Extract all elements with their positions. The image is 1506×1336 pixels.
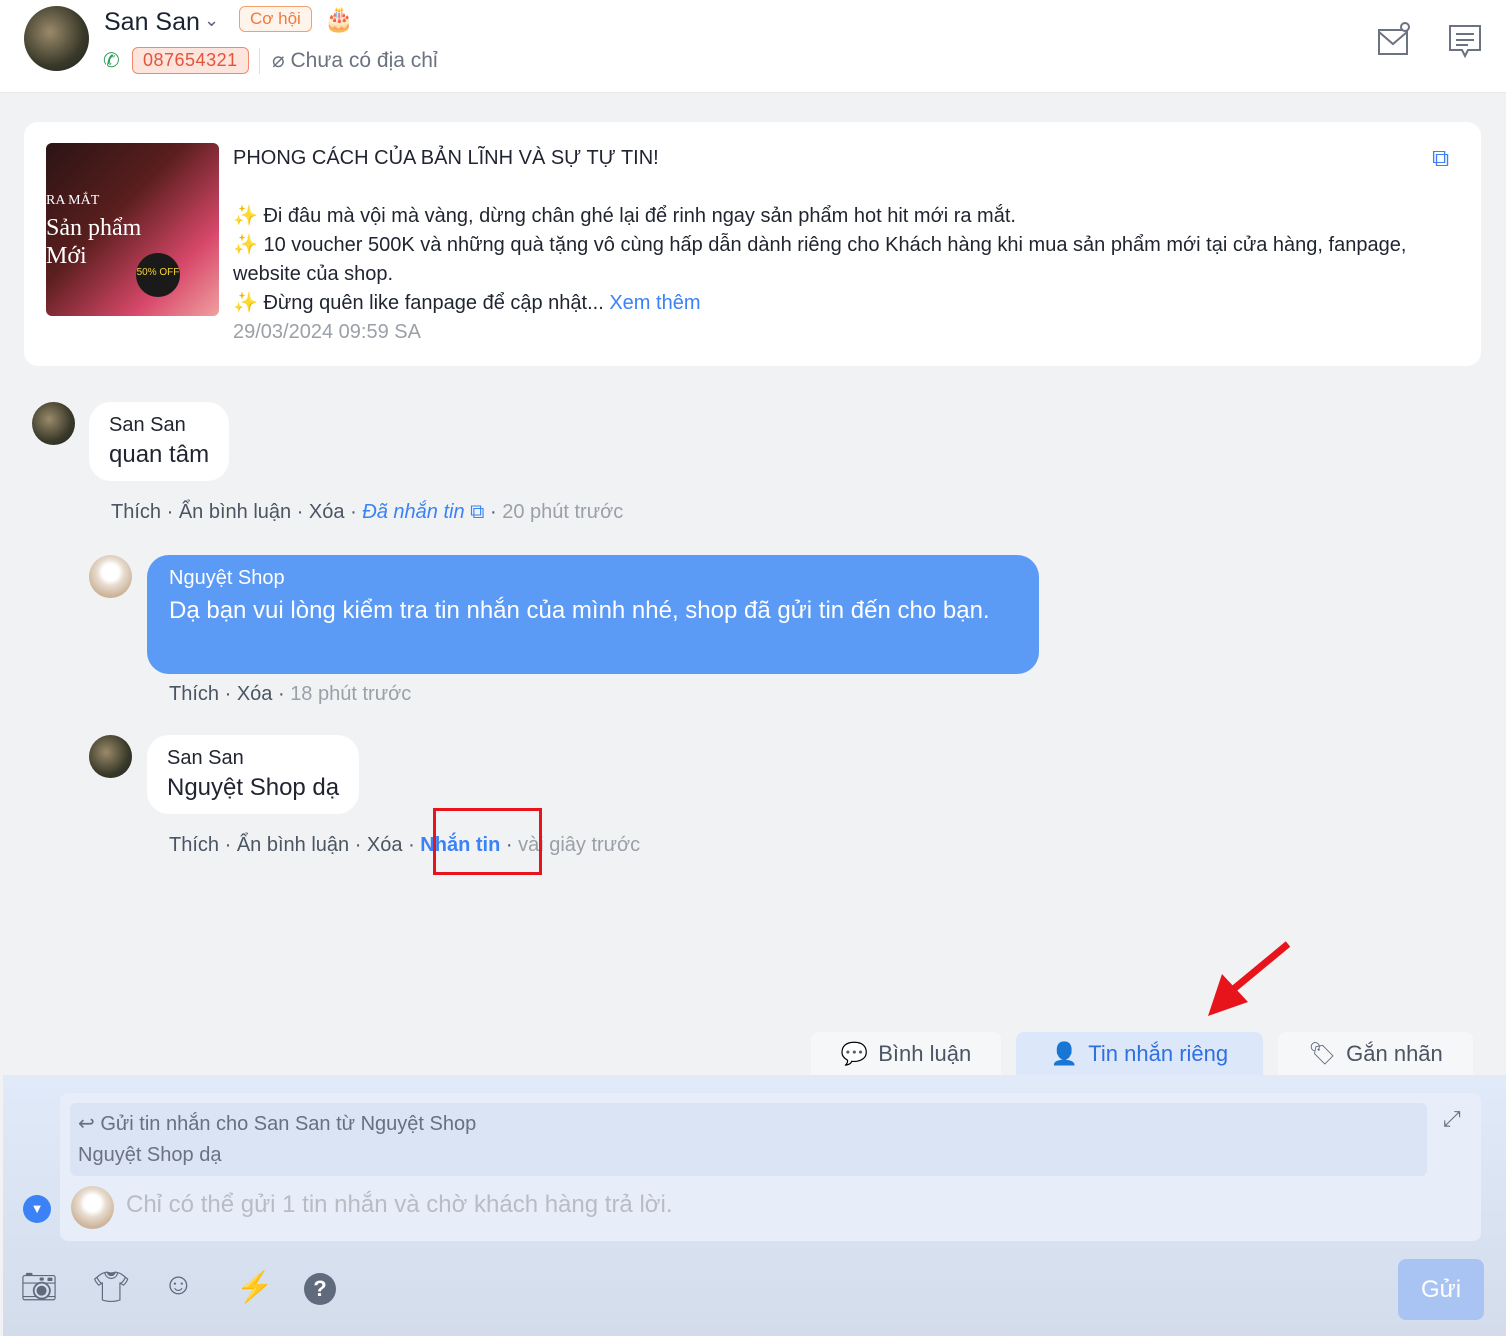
notes-icon[interactable] [1448,24,1484,60]
comment-actions: Thích · Ẩn bình luận · Xóa · Nhắn tin · … [169,834,641,856]
shop-avatar [89,555,132,598]
thumb-text: Sản phẩm [46,215,142,241]
help-icon[interactable]: ? [304,1273,336,1305]
mail-icon[interactable] [1377,20,1411,58]
comment-bubble: San San Nguyệt Shop dạ [147,735,360,814]
emoji-icon[interactable]: ☺ [163,1268,194,1302]
hide-comment-button[interactable]: Ẩn bình luận [179,501,291,523]
collapse-toggle-icon[interactable]: ▼ [23,1195,51,1223]
post-line: 10 voucher 500K và những quà tặng vô cùn… [233,234,1407,285]
quick-reply-icon[interactable]: ⚡ [236,1270,273,1305]
status-badge[interactable]: Cơ hội [239,6,312,32]
customer-avatar[interactable] [24,6,89,71]
messaged-link[interactable]: Đã nhắn tin [362,501,464,523]
pointer-arrow-icon [1208,941,1291,1016]
like-button[interactable]: Thích [169,834,219,856]
divider [259,48,260,74]
post-line: Đừng quên like fanpage để cập nhật... [263,292,604,314]
comment-bubble: San San quan tâm [89,402,230,481]
phone-number[interactable]: 087654321 [132,47,249,74]
thumb-text: RA MẮT [46,193,100,208]
birthday-cake-icon: 🎂 [324,6,354,33]
comment-text: quan tâm [109,441,210,468]
customer-header: San San ⌄ Cơ hội 🎂 ✆ 087654321 ⌀ Chưa có… [0,0,1506,93]
tab-comment[interactable]: 💬 Bình luận [811,1032,1001,1075]
comment-author: Nguyệt Shop [169,567,285,589]
reply-header: Gửi tin nhắn cho San San từ Nguyệt Shop [100,1113,477,1135]
thumb-text: 50% OFF [136,253,180,297]
comment-text: Nguyệt Shop dạ [167,774,340,801]
like-button[interactable]: Thích [169,683,219,705]
tab-label: Tin nhắn riêng [1088,1040,1229,1066]
customer-name[interactable]: San San [104,8,200,37]
quoted-comment: Nguyệt Shop dạ [78,1144,222,1166]
comment-text: Dạ bạn vui lòng kiểm tra tin nhắn của mì… [169,597,990,624]
commenter-avatar[interactable] [32,402,75,445]
location-off-icon: ⌀ [272,49,291,72]
chevron-down-icon[interactable]: ⌄ [204,10,219,31]
sparkle-icon: ✨ [233,205,258,227]
delete-button[interactable]: Xóa [309,501,345,523]
hide-comment-button[interactable]: Ẩn bình luận [237,834,349,856]
shop-reply-bubble: Nguyệt Shop Dạ bạn vui lòng kiểm tra tin… [147,555,1039,674]
address[interactable]: ⌀ Chưa có địa chỉ [272,48,438,73]
comment-time: 18 phút trước [290,683,412,705]
comment-icon: 💬 [840,1040,869,1066]
product-icon[interactable]: 👕︎ [92,1270,130,1305]
tab-label: Bình luận [878,1040,972,1066]
see-more-link[interactable]: Xem thêm [609,292,700,314]
open-external-icon[interactable]: ⧉ [470,501,484,523]
delete-button[interactable]: Xóa [237,683,273,705]
tab-label: Gắn nhãn [1346,1040,1443,1066]
post-title: PHONG CÁCH CỦA BẢN LĨNH VÀ SỰ TỰ TIN! [233,147,659,169]
post-timestamp: 29/03/2024 09:59 SA [233,321,421,343]
comment-author[interactable]: San San [167,747,339,770]
comment-actions: Thích · Xóa · 18 phút trước [169,683,412,705]
highlight-box [433,808,542,875]
open-external-icon[interactable]: ⧉ [1432,145,1449,173]
comment-actions: Thích · Ẩn bình luận · Xóa · Đã nhắn tin… [111,501,624,523]
camera-icon[interactable]: 📷︎ [20,1270,58,1305]
comment-time: 20 phút trước [502,501,624,523]
reply-icon: ↩ [78,1113,95,1135]
post-line: Đi đâu mà vội mà vàng, dừng chân ghé lại… [263,205,1016,227]
comment-author[interactable]: San San [109,414,209,437]
expand-icon[interactable]: ⤢ [1443,1106,1461,1132]
shop-avatar [71,1186,114,1229]
address-text: Chưa có địa chỉ [290,49,438,72]
tag-icon: 🏷 [1308,1040,1337,1066]
commenter-avatar[interactable] [89,735,132,778]
sparkle-icon: ✨ [233,234,258,256]
post-thumbnail[interactable]: RA MẮT Sản phẩm Mới 50% OFF [46,143,219,316]
post-content: PHONG CÁCH CỦA BẢN LĨNH VÀ SỰ TỰ TIN! ✨ … [233,144,1433,347]
tab-tag[interactable]: 🏷 Gắn nhãn [1278,1032,1473,1075]
send-button[interactable]: Gửi [1398,1259,1484,1320]
phone-icon[interactable]: ✆ [103,48,120,73]
message-input[interactable]: Chỉ có thể gửi 1 tin nhắn và chờ khách h… [126,1191,673,1219]
tab-private-message[interactable]: 👤 Tin nhắn riêng [1016,1032,1263,1075]
delete-button[interactable]: Xóa [367,834,403,856]
user-reply-icon: 👤 [1050,1040,1079,1066]
like-button[interactable]: Thích [111,501,161,523]
thumb-text: Mới [46,243,87,269]
reply-context: ↩ Gửi tin nhắn cho San San từ Nguyệt Sho… [70,1103,1427,1176]
sparkle-icon: ✨ [233,292,258,314]
